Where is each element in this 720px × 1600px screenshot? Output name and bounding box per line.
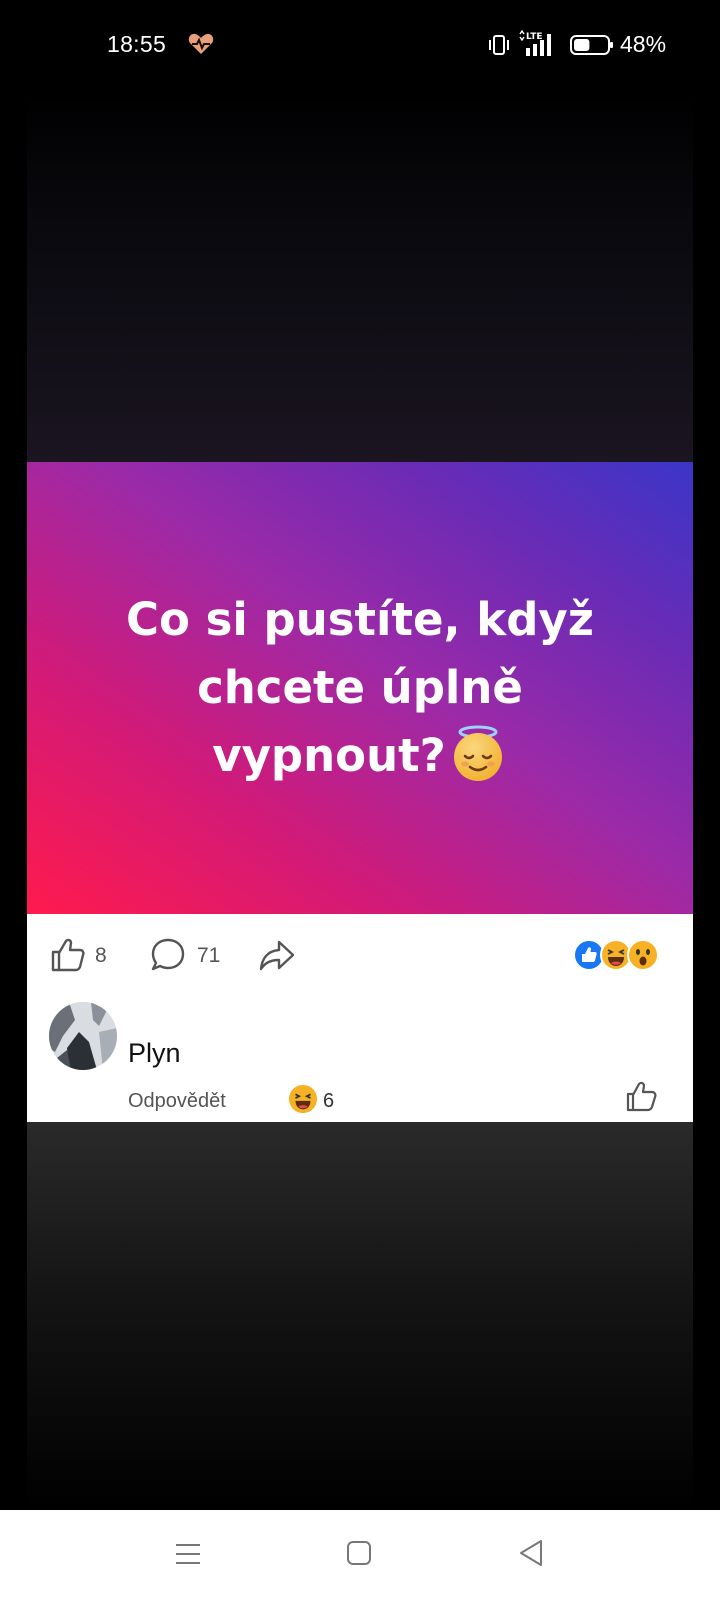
status-bar: 18:55 LTE 48%	[0, 0, 720, 92]
post-reactions[interactable]	[573, 939, 663, 973]
lte-signal-icon: LTE	[519, 30, 551, 56]
home-icon[interactable]	[346, 1540, 372, 1566]
post-text-line-1: Co si pustíte, když	[126, 593, 594, 646]
vibrate-icon	[489, 35, 509, 55]
comment-icon[interactable]	[149, 936, 187, 974]
post-text-line-3-text: vypnout?	[212, 729, 446, 782]
menu-icon[interactable]	[174, 1540, 202, 1568]
dark-background-top	[27, 92, 693, 462]
share-icon[interactable]	[257, 936, 297, 974]
comment-reaction-count: 6	[323, 1090, 335, 1112]
battery-percent: 48%	[620, 31, 667, 57]
like-icon[interactable]	[49, 936, 87, 974]
like-count: 8	[95, 944, 107, 967]
avatar[interactable]	[49, 1002, 117, 1070]
navigation-bar	[0, 1510, 720, 1600]
comment-count: 71	[197, 944, 221, 967]
post-interaction-card: 8 71 Plyn Odpovědět 6	[27, 914, 693, 1122]
post-action-row: 8 71	[27, 914, 693, 994]
back-icon[interactable]	[518, 1538, 544, 1568]
battery-icon	[570, 35, 613, 55]
dark-background-bottom	[27, 1122, 693, 1510]
wow-reaction-icon	[627, 939, 659, 971]
status-time: 18:55	[107, 31, 167, 57]
comment-text: Plyn	[128, 1038, 181, 1068]
post-screenshot: Co si pustíte, když chcete úplně vypnout…	[27, 92, 693, 1510]
haha-reaction-icon[interactable]	[288, 1084, 318, 1114]
comment-item: Plyn Odpovědět 6	[27, 994, 693, 1122]
post-text-line-2: chcete úplně	[197, 661, 523, 714]
health-heart-icon	[188, 33, 214, 54]
smiling-face-with-halo-icon	[453, 725, 502, 781]
reply-button[interactable]: Odpovědět	[128, 1090, 226, 1113]
post-text-line-3: vypnout?	[80, 722, 640, 790]
post-image[interactable]: Co si pustíte, když chcete úplně vypnout…	[27, 462, 693, 914]
avatar-image	[49, 1002, 117, 1070]
comment-like-icon[interactable]	[624, 1080, 658, 1114]
post-question: Co si pustíte, když chcete úplně vypnout…	[80, 586, 640, 790]
